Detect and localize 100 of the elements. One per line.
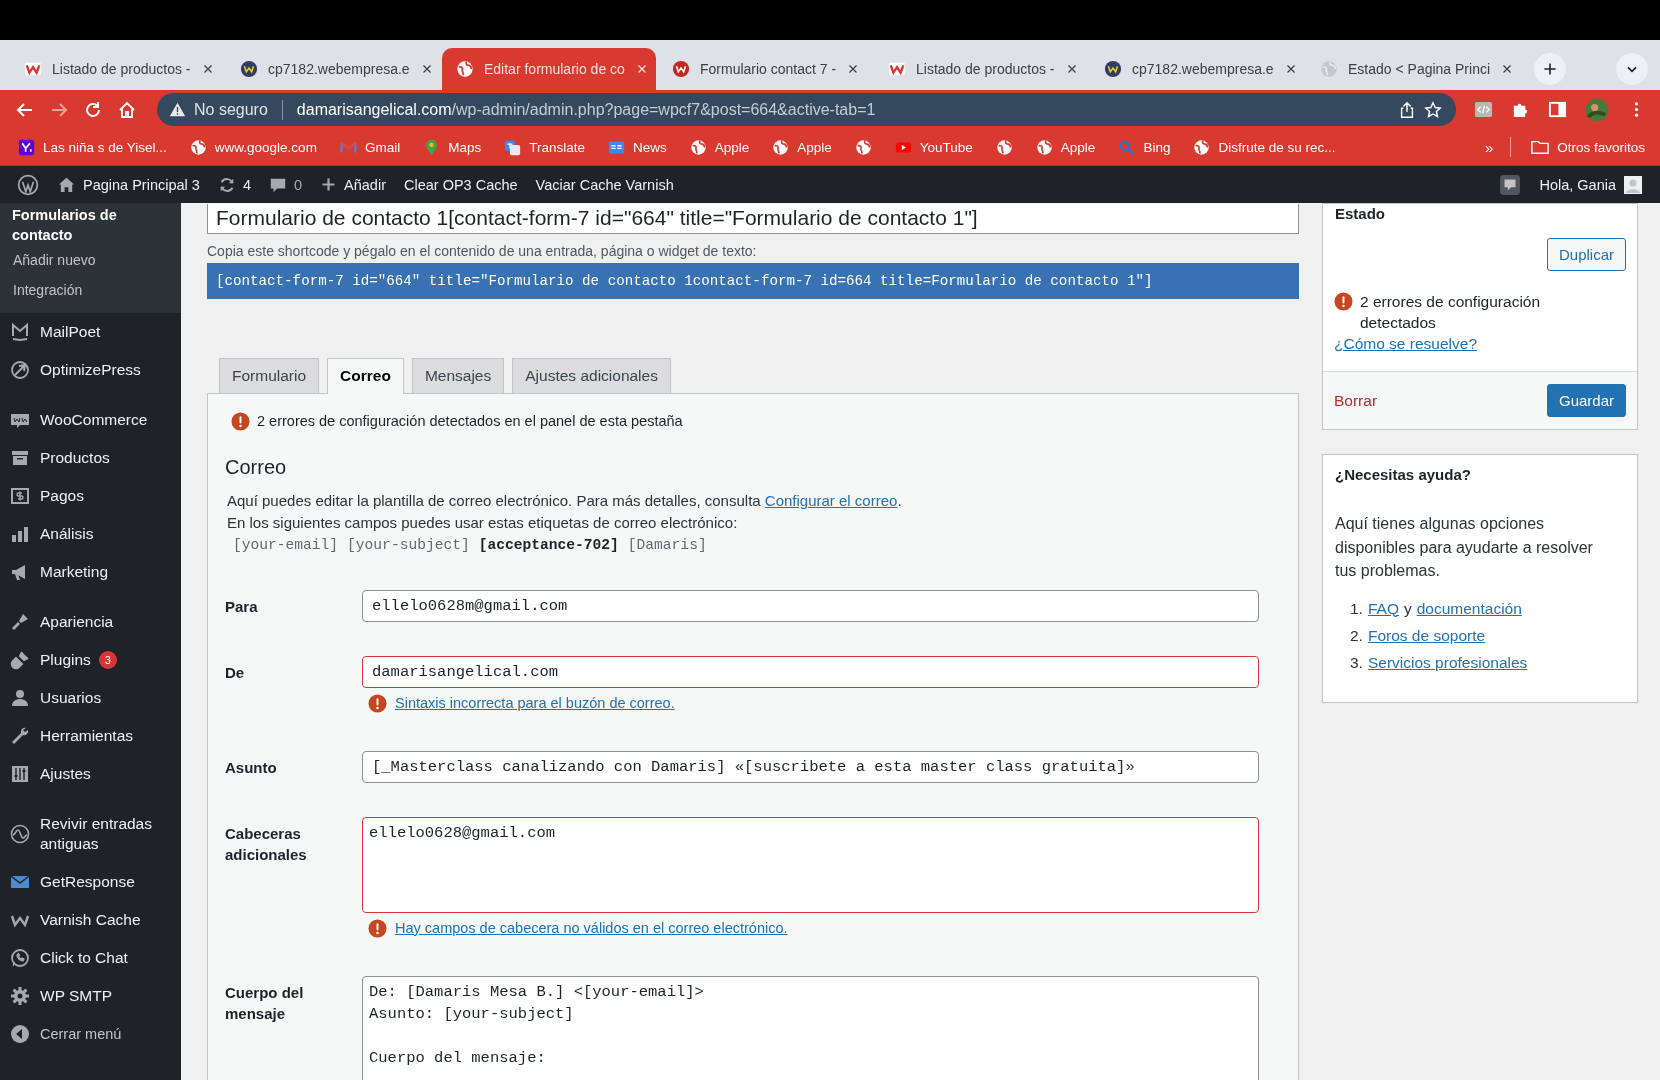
collapse-menu-button[interactable]: Cerrar menú: [0, 1015, 181, 1053]
field-label: Asunto: [225, 758, 278, 778]
admin-bar-link[interactable]: Clear OP3 Cache: [394, 166, 527, 203]
address-bar[interactable]: No seguro damarisangelical.com/wp-admin/admin.php?page=wpcf7&post=664&active-tab=1: [157, 93, 1456, 126]
comments-menu-item[interactable]: 0: [259, 166, 312, 203]
menu-item[interactable]: Usuarios: [0, 679, 181, 717]
menu-item[interactable]: OptimizePress: [0, 351, 181, 389]
browser-tab[interactable]: cp7182.webempresa.e: [1090, 48, 1304, 90]
star-icon[interactable]: [1424, 100, 1442, 119]
help-link[interactable]: documentación: [1416, 594, 1522, 622]
menu-item[interactable]: WooCommerce: [0, 401, 181, 439]
input-field[interactable]: damarisangelical.com: [362, 656, 1259, 688]
help-link[interactable]: FAQ: [1367, 594, 1399, 622]
menu-item[interactable]: WP SMTP: [0, 977, 181, 1015]
menu-item[interactable]: Herramientas: [0, 717, 181, 755]
text-area[interactable]: ellelo0628@gmail.com: [362, 817, 1259, 913]
text-area[interactable]: De: [Damaris Mesa B.] <[your-email]> Asunto: [your-subject] Cuerpo del mensaje:: [362, 976, 1259, 1080]
user-icon: [10, 688, 30, 708]
bookmark[interactable]: Bing: [1115, 135, 1174, 159]
list-number: 2.: [1350, 625, 1363, 646]
banknote-icon: [10, 486, 30, 506]
delete-link[interactable]: Borrar: [1334, 391, 1378, 410]
new-tab-button[interactable]: [1534, 53, 1566, 85]
bookmark[interactable]: Apple: [686, 135, 753, 159]
chat-icon: [10, 948, 30, 968]
menu-item[interactable]: Plugins 3: [0, 641, 181, 679]
code-icon[interactable]: [1474, 100, 1493, 119]
help-link[interactable]: Servicios profesionales: [1367, 648, 1528, 676]
count-badge: 3: [98, 651, 117, 669]
save-button[interactable]: Guardar: [1546, 384, 1626, 417]
help-link[interactable]: ¿Cómo se resuelve?: [1334, 335, 1477, 352]
bookmark[interactable]: Apple: [769, 135, 835, 159]
bookmark[interactable]: Translate: [501, 135, 588, 159]
input-field[interactable]: [_Masterclass canalizando con Damaris] «[suscribete a esta master class gratuita]»: [362, 751, 1259, 783]
globe-icon: [995, 138, 1013, 156]
logo-icon: [18, 138, 35, 156]
bookmark[interactable]: Las niña s de Yisel...: [15, 135, 170, 159]
sliders-icon: [10, 764, 30, 784]
warning-icon: [169, 101, 186, 118]
bookmark[interactable]: News: [604, 135, 670, 159]
browser-tab[interactable]: Estado < Pagina Princi: [1306, 48, 1520, 90]
home-icon: [57, 175, 76, 194]
bookmark[interactable]: Maps: [420, 135, 485, 159]
title-field[interactable]: Formulario de contacto 1[contact-form-7 id="664" title="Formulario de contacto 1"]: [207, 204, 1299, 234]
help-link[interactable]: Foros de soporte: [1367, 621, 1486, 649]
side-panel-icon[interactable]: [1548, 100, 1567, 119]
admin-bar-link[interactable]: Vaciar Cache Varnish: [526, 166, 683, 203]
logo-icon: [10, 322, 30, 342]
menu-item[interactable]: Pagos: [0, 477, 181, 515]
input-field[interactable]: ellelo0628m@gmail.com: [362, 590, 1259, 622]
error-icon: [1334, 292, 1353, 311]
bookmark[interactable]: Apple: [1032, 135, 1099, 159]
browser-tab[interactable]: Formulario contact 7 -: [658, 48, 872, 90]
bookmark[interactable]: Disfrute de su rec...: [1190, 135, 1339, 159]
tab[interactable]: Formulario: [219, 358, 320, 393]
avatar-icon[interactable]: [1585, 97, 1609, 122]
submenu-heading[interactable]: Formularios de contacto: [0, 203, 181, 245]
menu-item[interactable]: Varnish Cache: [0, 901, 181, 939]
menu-item[interactable]: Apariencia: [0, 603, 181, 641]
menu-item[interactable]: Productos: [0, 439, 181, 477]
help-text: Aquí tienes algunas opciones disponibles para ayudarte a resolver tus problemas.: [1335, 514, 1594, 581]
new-menu-item[interactable]: Añadir: [311, 166, 395, 203]
notification-icon[interactable]: [1499, 173, 1522, 196]
menu-item[interactable]: Revivir entradas antiguas: [0, 805, 181, 863]
account-menu-item[interactable]: Hola, Gania: [1530, 166, 1652, 203]
menu-item[interactable]: GetResponse: [0, 863, 181, 901]
browser-tab[interactable]: cp7182.webempresa.e: [226, 48, 440, 90]
browser-tab[interactable]: Editar formulario de co: [442, 48, 656, 90]
browser-tab[interactable]: Listado de productos -: [10, 48, 224, 90]
wave-circle-icon: [10, 824, 30, 844]
updates-menu-item[interactable]: 4: [208, 166, 260, 203]
error-link[interactable]: Sintaxis incorrecta para el buzón de correo.: [395, 693, 675, 713]
bookmark[interactable]: Gmail: [336, 135, 404, 159]
bookmark-folder[interactable]: Otros favoritos: [1528, 135, 1648, 159]
submenu-item[interactable]: Integración: [0, 275, 181, 305]
submenu-item[interactable]: Añadir nuevo: [0, 245, 181, 275]
share-icon[interactable]: [1398, 100, 1416, 119]
menu-item[interactable]: MailPoet: [0, 313, 181, 351]
shortcode-field[interactable]: [contact-form-7 id="664" title="Formulario de contacto 1contact-form-7 id=664 title=Formulario de contacto 1"]: [207, 263, 1299, 299]
more-bookmarks-button[interactable]: »: [1484, 138, 1494, 156]
menu-item[interactable]: Marketing: [0, 553, 181, 591]
bookmark[interactable]: YouTube: [891, 135, 976, 159]
error-link[interactable]: Hay campos de cabecera no válidos en el correo electrónico.: [395, 918, 788, 938]
menu-item[interactable]: Ajustes: [0, 755, 181, 793]
menu-item[interactable]: Click to Chat: [0, 939, 181, 977]
home-icon[interactable]: [117, 99, 137, 120]
bookmark[interactable]: www.google.com: [186, 135, 320, 159]
duplicate-button[interactable]: Duplicar: [1546, 238, 1626, 271]
error-message: 2 errores de configuración detectados: [1360, 292, 1542, 333]
docs-link[interactable]: Configurar el correo: [764, 492, 898, 509]
tab[interactable]: Ajustes adicionales: [512, 358, 671, 393]
menu-item[interactable]: Análisis: [0, 515, 181, 553]
shortcode-hint: Copia este shortcode y pégalo en el contenido de una entrada, página o widget de texto:: [207, 242, 758, 260]
browser-tab[interactable]: Listado de productos -: [874, 48, 1088, 90]
wordpress-logo-icon[interactable]: [17, 173, 39, 196]
tab[interactable]: Correo: [327, 358, 404, 394]
reload-icon[interactable]: [83, 99, 103, 120]
plug-icon: [10, 650, 30, 670]
site-menu-item[interactable]: Pagina Principal 3: [48, 166, 209, 203]
tab[interactable]: Mensajes: [411, 358, 505, 393]
